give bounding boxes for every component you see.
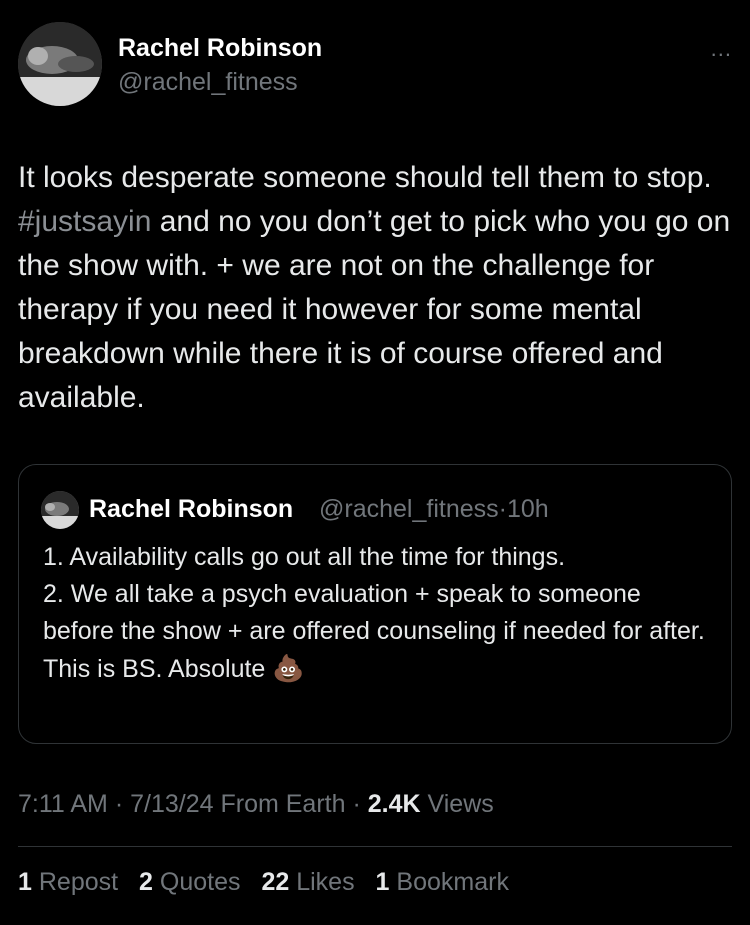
reposts-label: Repost xyxy=(38,868,119,896)
tweet-date[interactable]: 7/13/24 xyxy=(130,790,213,818)
views-count: 2.4K xyxy=(367,790,421,818)
quotes-stat[interactable]: 2 Quotes xyxy=(139,868,240,896)
quotes-label: Quotes xyxy=(159,868,241,896)
tweet-text-part: It looks desperate someone should tell t… xyxy=(18,161,712,194)
quoted-meta: @rachel_fitness·10h xyxy=(319,495,549,524)
quoted-line: 2. We all take a psych evaluation + spea… xyxy=(43,580,705,645)
bookmarks-label: Bookmark xyxy=(396,868,509,896)
avatar-photo-icon xyxy=(18,22,102,106)
views-label: Views xyxy=(427,790,494,818)
tweet-header: Rachel Robinson @rachel_fitness ... xyxy=(18,22,732,112)
reposts-count: 1 xyxy=(18,868,32,896)
likes-label: Likes xyxy=(296,868,355,896)
hashtag-link[interactable]: #justsayin xyxy=(18,205,151,238)
separator: · xyxy=(352,790,361,818)
quotes-count: 2 xyxy=(139,868,153,896)
separator: · xyxy=(498,495,507,523)
quoted-line: This is BS. Absolute 💩 xyxy=(43,650,713,688)
quoted-time: 10h xyxy=(506,495,549,523)
quoted-author-name: Rachel Robinson xyxy=(89,495,294,523)
poop-emoji-icon: 💩 xyxy=(272,653,305,683)
tweet-source: From Earth xyxy=(220,790,346,818)
engagement-stats: 1 Repost 2 Quotes 22 Likes 1 Bookmark xyxy=(18,868,523,897)
tweet-time[interactable]: 7:11 AM xyxy=(18,790,108,818)
reposts-stat[interactable]: 1 Repost xyxy=(18,868,118,896)
author-name[interactable]: Rachel Robinson xyxy=(118,34,322,63)
avatar[interactable] xyxy=(18,22,102,106)
bookmarks-count: 1 xyxy=(375,868,390,896)
quoted-text: 1. Availability calls go out all the tim… xyxy=(43,539,713,688)
likes-stat[interactable]: 22 Likes xyxy=(261,868,354,896)
likes-count: 22 xyxy=(261,868,290,896)
more-options-icon[interactable]: ... xyxy=(711,36,732,62)
author-handle[interactable]: @rachel_fitness xyxy=(118,68,298,97)
bookmarks-stat[interactable]: 1 Bookmark xyxy=(376,868,509,896)
tweet-text: It looks desperate someone should tell t… xyxy=(18,156,732,420)
quoted-avatar xyxy=(41,491,79,529)
quoted-author-handle: @rachel_fitness xyxy=(319,495,499,523)
divider xyxy=(18,846,732,847)
avatar-photo-icon xyxy=(41,491,79,529)
quoted-line: 1. Availability calls go out all the tim… xyxy=(43,543,566,571)
separator: · xyxy=(114,790,124,818)
tweet-meta: 7:11 AM · 7/13/24 From Earth · 2.4K View… xyxy=(18,790,494,819)
quoted-tweet[interactable]: Rachel Robinson @rachel_fitness·10h 1. A… xyxy=(18,464,732,744)
quoted-line-text: This is BS. Absolute xyxy=(43,655,266,683)
